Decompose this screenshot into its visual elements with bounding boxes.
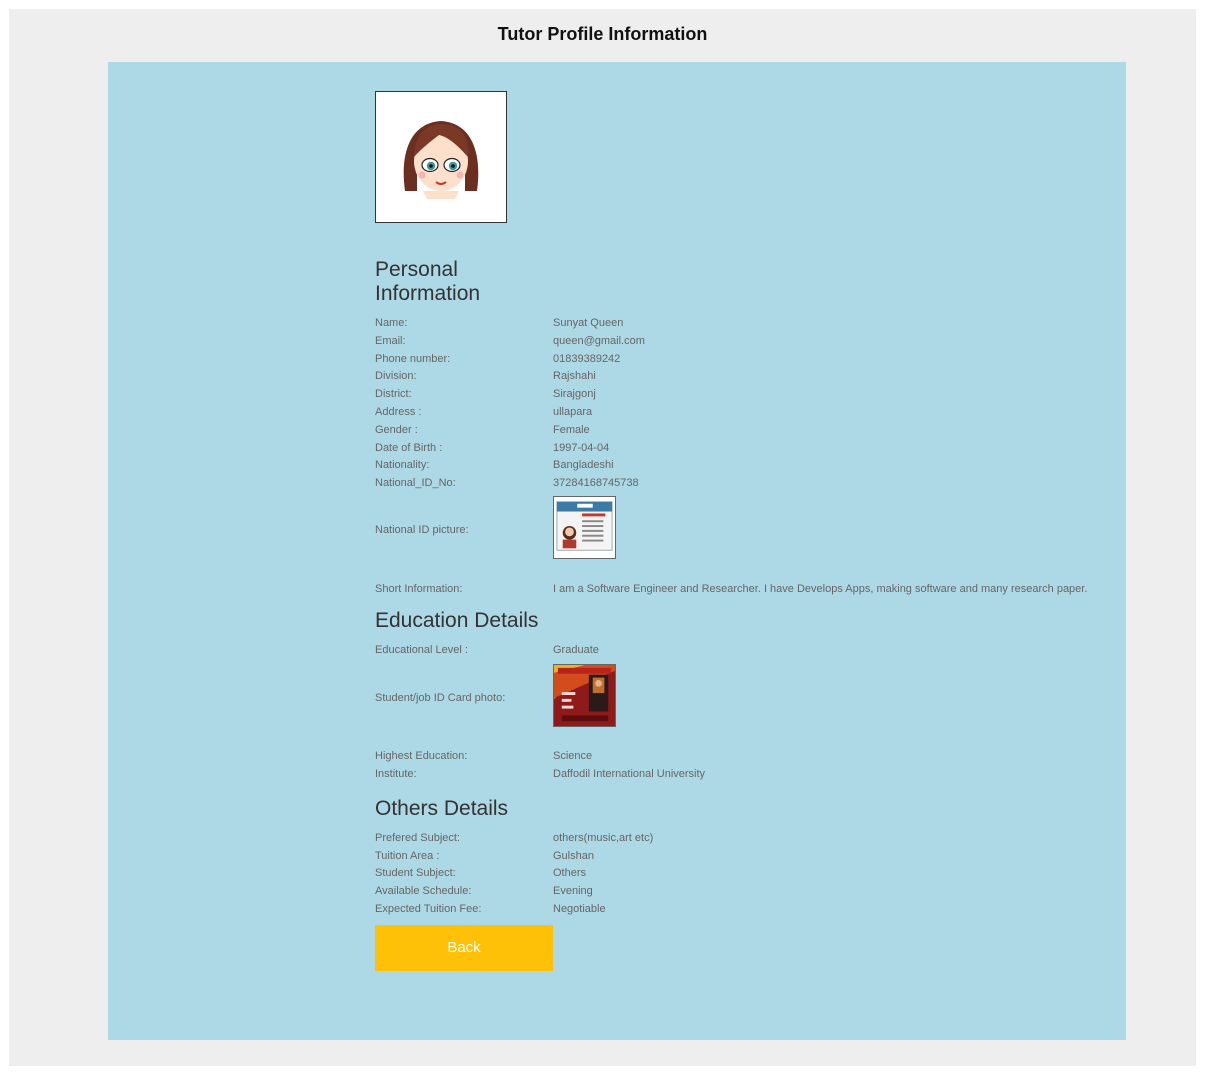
others-details-title: Others Details <box>375 796 509 820</box>
email-label: Email: <box>375 334 406 347</box>
division-row: Division: Rajshahi <box>375 368 1095 386</box>
expected-tuition-fee-label: Expected Tuition Fee: <box>375 902 482 915</box>
prefered-subject-row: Prefered Subject: others(music,art etc) <box>375 830 1095 848</box>
date-of-birth-label: Date of Birth : <box>375 441 443 454</box>
student-id-card-photo <box>553 664 616 728</box>
nid-picture-label: National ID picture: <box>375 523 469 536</box>
nationality-row: Nationality: Bangladeshi <box>375 457 1095 475</box>
expected-tuition-fee-value: Negotiable <box>553 902 606 915</box>
institute-value: Daffodil International University <box>553 767 706 780</box>
district-row: District: Sirajgonj <box>375 386 1095 404</box>
profile-avatar <box>375 91 507 223</box>
nationality-label: Nationality: <box>375 459 430 472</box>
national-id-no-value: 37284168745738 <box>553 477 639 490</box>
student-subject-label: Student Subject: <box>375 867 456 880</box>
personal-information-title: Personal Information <box>375 258 481 305</box>
institute-label: Institute: <box>375 767 417 780</box>
highest-education-value: Science <box>553 750 593 763</box>
gender-label: Gender : <box>375 423 418 436</box>
prefered-subject-label: Prefered Subject: <box>375 831 460 844</box>
institute-row: Institute: Daffodil International Univers… <box>375 766 1095 784</box>
back-button[interactable]: Back <box>375 924 553 971</box>
student-subject-row: Student Subject: Others <box>375 865 1095 883</box>
cartoon-girl-avatar-icon <box>403 121 479 199</box>
personal-fields: Name: Sunyat Queen Email: queen@gmail.com Ph… <box>375 315 1095 493</box>
phone-number-row: Phone number: 01839389242 <box>375 351 1095 369</box>
date-of-birth-row: Date of Birth : 1997-04-04 <box>375 440 1095 458</box>
page-background: Tutor Profile Information Personal Infor… <box>9 9 1196 1066</box>
available-schedule-label: Available Schedule: <box>375 885 472 898</box>
district-value: Sirajgonj <box>553 388 596 401</box>
others-fields: Prefered Subject: others(music,art etc) Tu… <box>375 830 1095 919</box>
phone-number-value: 01839389242 <box>553 352 621 365</box>
national-id-picture <box>553 495 616 559</box>
division-label: Division: <box>375 370 417 383</box>
educational-level-row: Educational Level : Graduate <box>375 642 1095 660</box>
short-information-row: Short Information: I am a Software Engin… <box>375 581 1095 599</box>
id-card-photo-label: Student/job ID Card photo: <box>375 692 506 705</box>
email-value: queen@gmail.com <box>553 334 645 347</box>
email-row: Email: queen@gmail.com <box>375 333 1095 351</box>
date-of-birth-value: 1997-04-04 <box>553 441 610 454</box>
educational-level-label: Educational Level : <box>375 643 468 656</box>
highest-education-label: Highest Education: <box>375 750 468 763</box>
division-value: Rajshahi <box>553 370 596 383</box>
profile-panel: Personal Information Name: Sunyat Queen Em… <box>108 62 1126 1040</box>
available-schedule-value: Evening <box>553 885 593 898</box>
national-id-no-row: National_ID_No: 37284168745738 <box>375 475 1095 493</box>
student-subject-value: Others <box>553 867 587 880</box>
tuition-area-value: Gulshan <box>553 849 594 862</box>
nid-picture-row: National ID picture: <box>375 495 1095 566</box>
tuition-area-label: Tuition Area : <box>375 849 440 862</box>
id-card-photo-row: Student/job ID Card photo: <box>375 664 1095 734</box>
national-id-no-label: National_ID_No: <box>375 477 456 490</box>
highest-education-row: Highest Education: Science <box>375 748 1095 766</box>
page-title: Tutor Profile Information <box>497 24 708 44</box>
name-row: Name: Sunyat Queen <box>375 315 1095 333</box>
education-fields: Highest Education: Science Institute: Daffo… <box>375 748 1095 784</box>
gender-row: Gender : Female <box>375 422 1095 440</box>
name-value: Sunyat Queen <box>553 317 624 329</box>
prefered-subject-value: others(music,art etc) <box>553 831 654 844</box>
profile-content: Personal Information Name: Sunyat Queen Em… <box>375 91 1095 971</box>
short-information-value: I am a Software Engineer and Researcher.… <box>553 582 1088 595</box>
gender-value: Female <box>553 423 590 436</box>
address-row: Address : ullapara <box>375 404 1095 422</box>
phone-number-label: Phone number: <box>375 352 451 365</box>
available-schedule-row: Available Schedule: Evening <box>375 883 1095 901</box>
name-label: Name: <box>375 317 408 329</box>
education-details-title: Education Details <box>375 608 539 632</box>
short-information-label: Short Information: <box>375 582 463 595</box>
address-label: Address : <box>375 405 422 418</box>
nationality-value: Bangladeshi <box>553 459 614 472</box>
expected-tuition-fee-row: Expected Tuition Fee: Negotiable <box>375 901 1095 919</box>
address-value: ullapara <box>553 405 593 418</box>
tuition-area-row: Tuition Area : Gulshan <box>375 848 1095 866</box>
educational-level-value: Graduate <box>553 643 599 656</box>
district-label: District: <box>375 388 412 401</box>
